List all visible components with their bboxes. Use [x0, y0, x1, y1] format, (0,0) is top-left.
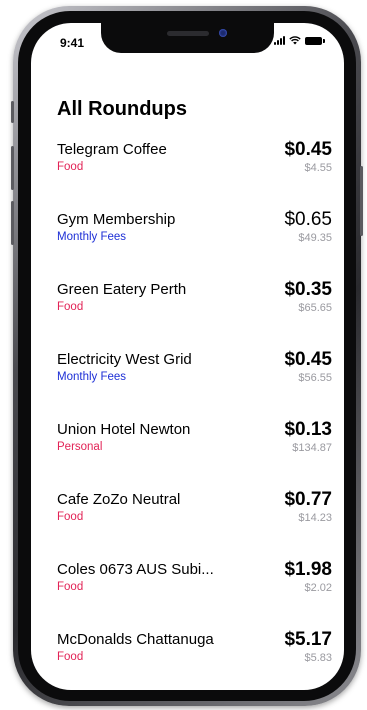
phone-frame: 9:41 All Roundups Telegram Coffee Food $… [11, 6, 363, 706]
category-label: Personal [57, 441, 103, 453]
merchant-name: Gym Membership [57, 211, 176, 228]
merchant-name: Cafe ZoZo Neutral [57, 491, 181, 508]
category-label: Food [57, 511, 84, 523]
transaction-total: $56.55 [298, 372, 332, 384]
status-time: 9:41 [60, 36, 85, 50]
notch [101, 23, 274, 53]
transaction-total: $4.55 [304, 162, 332, 174]
signal-icon [274, 36, 285, 45]
volume-up-button [11, 146, 14, 190]
transaction-total: $65.65 [298, 302, 332, 314]
list-item[interactable]: Electricity West Grid Monthly Fees $0.45… [57, 349, 332, 421]
silent-switch [11, 101, 14, 123]
roundup-amount: $1.98 [284, 559, 332, 580]
roundup-list[interactable]: Telegram Coffee Food $0.45 $4.55 Gym Mem… [57, 139, 332, 690]
roundup-amount: $0.45 [284, 349, 332, 370]
side-button [360, 166, 363, 236]
roundup-amount: $0.65 [284, 209, 332, 230]
category-label: Monthly Fees [57, 231, 127, 243]
merchant-name: Union Hotel Newton [57, 421, 191, 438]
speaker-grille [167, 31, 209, 36]
page-title: All Roundups [57, 98, 187, 120]
transaction-total: $14.23 [298, 512, 332, 524]
transaction-total: $49.35 [298, 232, 332, 244]
list-item[interactable]: Green Eatery Perth Food $0.35 $65.65 [57, 279, 332, 351]
category-label: Monthly Fees [57, 371, 127, 383]
list-item[interactable]: Coles 0673 AUS Subi... Food $1.98 $2.02 [57, 559, 332, 631]
roundup-amount: $0.77 [284, 489, 332, 510]
list-item[interactable]: McDonalds Chattanuga Food $5.17 $5.83 [57, 629, 332, 690]
category-label: Food [57, 301, 84, 313]
roundup-amount: $0.13 [284, 419, 332, 440]
front-camera [219, 29, 227, 37]
list-item[interactable]: Cafe ZoZo Neutral Food $0.77 $14.23 [57, 489, 332, 561]
transaction-total: $134.87 [292, 442, 332, 454]
transaction-total: $2.02 [304, 582, 332, 594]
phone-screen: 9:41 All Roundups Telegram Coffee Food $… [31, 23, 344, 690]
merchant-name: Coles 0673 AUS Subi... [57, 561, 214, 578]
wifi-icon [289, 36, 301, 45]
category-label: Food [57, 651, 84, 663]
merchant-name: McDonalds Chattanuga [57, 631, 214, 648]
list-item[interactable]: Gym Membership Monthly Fees $0.65 $49.35 [57, 209, 332, 281]
merchant-name: Green Eatery Perth [57, 281, 187, 298]
volume-down-button [11, 201, 14, 245]
list-item[interactable]: Telegram Coffee Food $0.45 $4.55 [57, 139, 332, 211]
roundup-amount: $5.17 [284, 629, 332, 650]
merchant-name: Telegram Coffee [57, 141, 167, 158]
roundup-amount: $0.35 [284, 279, 332, 300]
category-label: Food [57, 161, 84, 173]
battery-icon [305, 36, 325, 45]
roundup-amount: $0.45 [284, 139, 332, 160]
merchant-name: Electricity West Grid [57, 351, 192, 368]
list-item[interactable]: Union Hotel Newton Personal $0.13 $134.8… [57, 419, 332, 491]
transaction-total: $5.83 [304, 652, 332, 664]
status-icons [274, 36, 325, 45]
category-label: Food [57, 581, 84, 593]
